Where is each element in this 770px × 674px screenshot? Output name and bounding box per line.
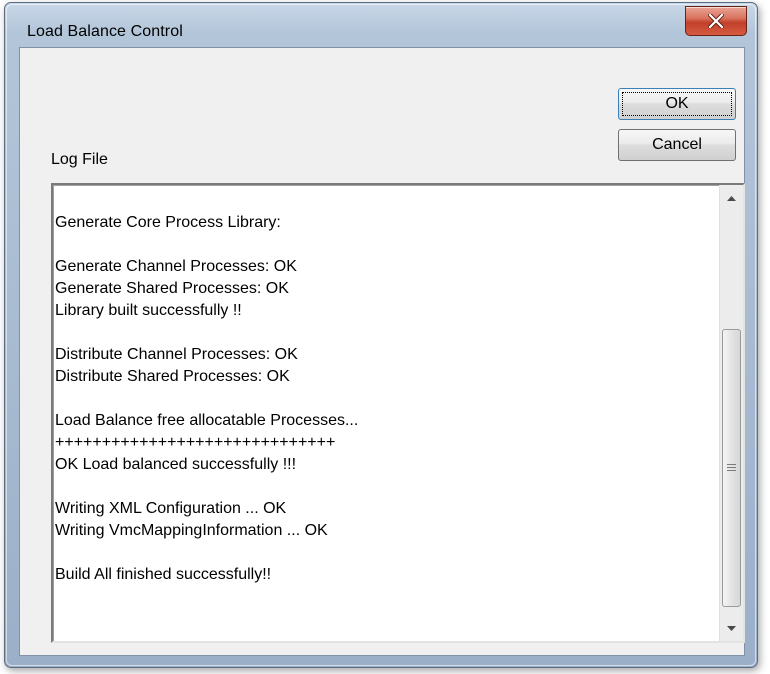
- cancel-button[interactable]: Cancel: [618, 129, 736, 161]
- ok-button[interactable]: OK: [618, 88, 736, 120]
- ok-button-label: OK: [665, 95, 689, 112]
- log-line: OK Load balanced successfully !!!: [55, 456, 297, 473]
- dialog-window: Load Balance Control OK Cancel Log File …: [4, 2, 758, 668]
- scroll-grip-icon: [727, 463, 736, 473]
- scroll-down-arrow-icon[interactable]: [720, 617, 743, 639]
- log-line: ++++++++++++++++++++++++++++++: [55, 434, 336, 451]
- log-line: Writing VmcMappingInformation ... OK: [55, 522, 328, 539]
- log-file-label: Log File: [51, 151, 108, 168]
- dialog-client-area: OK Cancel Log File Generate Core Process…: [19, 47, 745, 656]
- log-line: Library built successfully !!: [55, 302, 242, 319]
- log-line: Writing XML Configuration ... OK: [55, 500, 287, 517]
- log-textarea[interactable]: Generate Core Process Library: Generate C…: [51, 183, 745, 643]
- scroll-thumb[interactable]: [722, 329, 741, 607]
- log-line: Distribute Shared Processes: OK: [55, 368, 290, 385]
- log-line: Distribute Channel Processes: OK: [55, 346, 298, 363]
- scroll-up-arrow-icon[interactable]: [720, 187, 743, 209]
- log-lines: Generate Core Process Library: Generate C…: [55, 212, 705, 586]
- close-button[interactable]: [685, 6, 747, 36]
- vertical-scrollbar[interactable]: [719, 185, 743, 641]
- cancel-button-label: Cancel: [652, 136, 702, 153]
- log-line: Generate Channel Processes: OK: [55, 258, 297, 275]
- window-title: Load Balance Control: [27, 23, 183, 40]
- log-line: Generate Core Process Library:: [55, 214, 281, 231]
- log-line: Load Balance free allocatable Processes.…: [55, 412, 359, 429]
- close-icon: [708, 14, 724, 28]
- log-line: Build All finished successfully!!: [55, 566, 272, 583]
- log-line: Generate Shared Processes: OK: [55, 280, 289, 297]
